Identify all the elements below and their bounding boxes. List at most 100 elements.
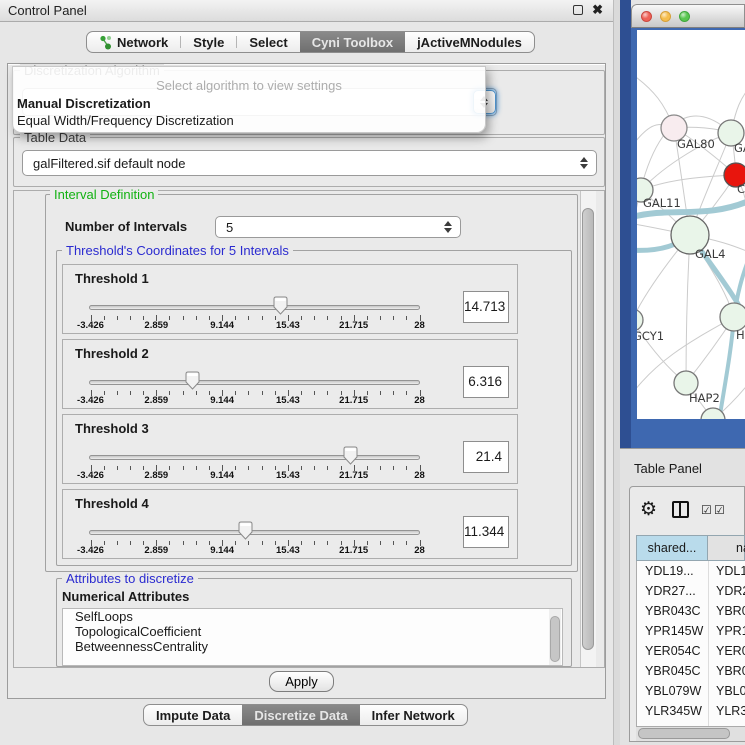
network-node-label: GA: [734, 141, 745, 155]
columns-icon[interactable]: [672, 501, 689, 518]
table-cell: YDL19...: [645, 561, 694, 581]
threshold-value-field[interactable]: 6.316: [463, 366, 509, 398]
slider-tick-label: 28: [400, 545, 440, 556]
table-row[interactable]: YPR145WYPR1: [637, 621, 745, 641]
slider-tick: [130, 466, 131, 470]
numerical-attributes-list[interactable]: SelfLoopsTopologicalCoefficientBetweenne…: [62, 608, 563, 666]
network-node-label: GCY1: [637, 329, 664, 343]
node-table[interactable]: YDL19... YDL1YDR27...YDR2YBR043CYBR0YPR14…: [636, 561, 745, 726]
network-node-label: GAL80: [677, 137, 715, 151]
table-data-combobox[interactable]: galFiltered.sif default node: [22, 150, 597, 176]
threshold-slider-thumb[interactable]: [238, 521, 253, 540]
thresholds-title: Threshold's Coordinates for 5 Intervals: [62, 244, 293, 258]
attribute-list-item[interactable]: TopologicalCoefficient: [63, 624, 562, 639]
slider-tick: [327, 541, 328, 545]
zoom-traffic-light[interactable]: [679, 11, 690, 22]
network-node[interactable]: [637, 309, 643, 331]
threshold-slider-track[interactable]: [89, 455, 420, 460]
threshold-value-field[interactable]: 21.4: [463, 441, 509, 473]
number-of-intervals-combobox[interactable]: 5: [215, 216, 461, 238]
tab-network[interactable]: Network: [87, 32, 180, 52]
tab-select[interactable]: Select: [237, 32, 299, 52]
slider-tick: [130, 541, 131, 545]
slider-tick: [262, 316, 263, 320]
threshold-slider-track[interactable]: [89, 305, 420, 310]
table-row[interactable]: YBR045CYBR0: [637, 661, 745, 681]
panel-divider[interactable]: [613, 0, 620, 745]
threshold-value-field[interactable]: 14.713: [463, 291, 509, 323]
popup-option-equal-width[interactable]: Equal Width/Frequency Discretization: [16, 113, 484, 129]
threshold-label: Threshold 1: [75, 271, 149, 286]
popup-option-manual[interactable]: Manual Discretization: [16, 96, 484, 112]
threshold-slider-track[interactable]: [89, 530, 420, 535]
checkbox-icon[interactable]: ☑: [701, 503, 712, 517]
tab-jactivemnodules[interactable]: jActiveMNodules: [405, 32, 534, 52]
slider-tick-label: 9.144: [202, 545, 242, 556]
table-cell: YLR345W: [645, 701, 702, 721]
attributes-scrollbar-thumb[interactable]: [550, 616, 560, 662]
close-icon[interactable]: ✖: [592, 4, 603, 16]
table-cell: YBR0: [716, 601, 745, 621]
table-cell: YBR045C: [645, 661, 701, 681]
column-header-name[interactable]: na: [708, 535, 745, 561]
table-row[interactable]: YER054CYER0: [637, 641, 745, 661]
table-row[interactable]: YDL19... YDL1: [637, 561, 745, 581]
attribute-list-item[interactable]: SelfLoops: [63, 609, 562, 624]
threshold-slider-thumb[interactable]: [343, 446, 358, 465]
table-hscrollbar-thumb[interactable]: [638, 728, 730, 739]
slider-tick-label: 9.144: [202, 470, 242, 481]
column-header-shared[interactable]: shared...: [636, 535, 708, 561]
slider-tick-label: 2.859: [136, 395, 176, 406]
tab-impute-data[interactable]: Impute Data: [144, 705, 242, 725]
slider-tick: [380, 466, 381, 470]
slider-tick: [117, 466, 118, 470]
network-window-titlebar[interactable]: [631, 4, 745, 28]
network-edge-thick[interactable]: [719, 317, 734, 419]
tab-style[interactable]: Style: [181, 32, 236, 52]
slider-tick-label: 15.43: [268, 320, 308, 331]
table-data-section-title: Table Data: [20, 131, 90, 145]
settings-scrollbar-thumb[interactable]: [582, 208, 594, 650]
table-row[interactable]: YBR043CYBR0: [637, 601, 745, 621]
column-divider: [708, 561, 709, 726]
slider-tick: [130, 391, 131, 395]
table-row[interactable]: YLR345WYLR3: [637, 701, 745, 721]
threshold-row: Threshold 1-3.4262.8599.14415.4321.71528…: [62, 264, 518, 334]
table-row[interactable]: YBL079WYBL0: [637, 681, 745, 701]
tab-infer-network[interactable]: Infer Network: [360, 705, 467, 725]
slider-tick: [262, 466, 263, 470]
minimize-traffic-light[interactable]: [660, 11, 671, 22]
tab-label: Select: [249, 35, 287, 50]
checkbox-icon[interactable]: ☑: [714, 503, 725, 517]
slider-tick-label: 2.859: [136, 545, 176, 556]
threshold-value-field[interactable]: 11.344: [463, 516, 509, 548]
slider-tick: [130, 316, 131, 320]
slider-tick: [248, 541, 249, 545]
network-graph: GAL80GACGAL11GAL4GCY1HHAP2: [637, 30, 745, 419]
gear-icon[interactable]: ⚙: [640, 498, 657, 521]
slider-tick-label: 15.43: [268, 395, 308, 406]
table-row[interactable]: YDR27...YDR2: [637, 581, 745, 601]
network-edge[interactable]: [686, 235, 690, 383]
network-node[interactable]: [720, 303, 745, 331]
attribute-list-item[interactable]: BetweennessCentrality: [63, 639, 562, 654]
threshold-slider-thumb[interactable]: [273, 296, 288, 315]
control-panel-titlebar: Control Panel ✖: [0, 0, 613, 22]
slider-tick: [248, 466, 249, 470]
network-view-canvas[interactable]: GAL80GACGAL11GAL4GCY1HHAP2: [637, 30, 745, 419]
tab-discretize-data[interactable]: Discretize Data: [242, 705, 359, 725]
slider-tick-label: 21.715: [334, 545, 374, 556]
apply-button[interactable]: Apply: [269, 671, 334, 692]
tab-cyni-toolbox[interactable]: Cyni Toolbox: [300, 32, 405, 52]
threshold-slider-thumb[interactable]: [185, 371, 200, 390]
tab-label: Impute Data: [156, 708, 230, 723]
threshold-slider-track[interactable]: [89, 380, 420, 385]
slider-tick-label: 28: [400, 395, 440, 406]
network-node-label: H: [736, 328, 745, 342]
slider-tick: [183, 541, 184, 545]
table-cell: YDL1: [716, 561, 745, 581]
float-window-icon[interactable]: [573, 5, 583, 15]
slider-tick: [248, 316, 249, 320]
close-traffic-light[interactable]: [641, 11, 652, 22]
slider-tick-label: -3.426: [71, 320, 111, 331]
